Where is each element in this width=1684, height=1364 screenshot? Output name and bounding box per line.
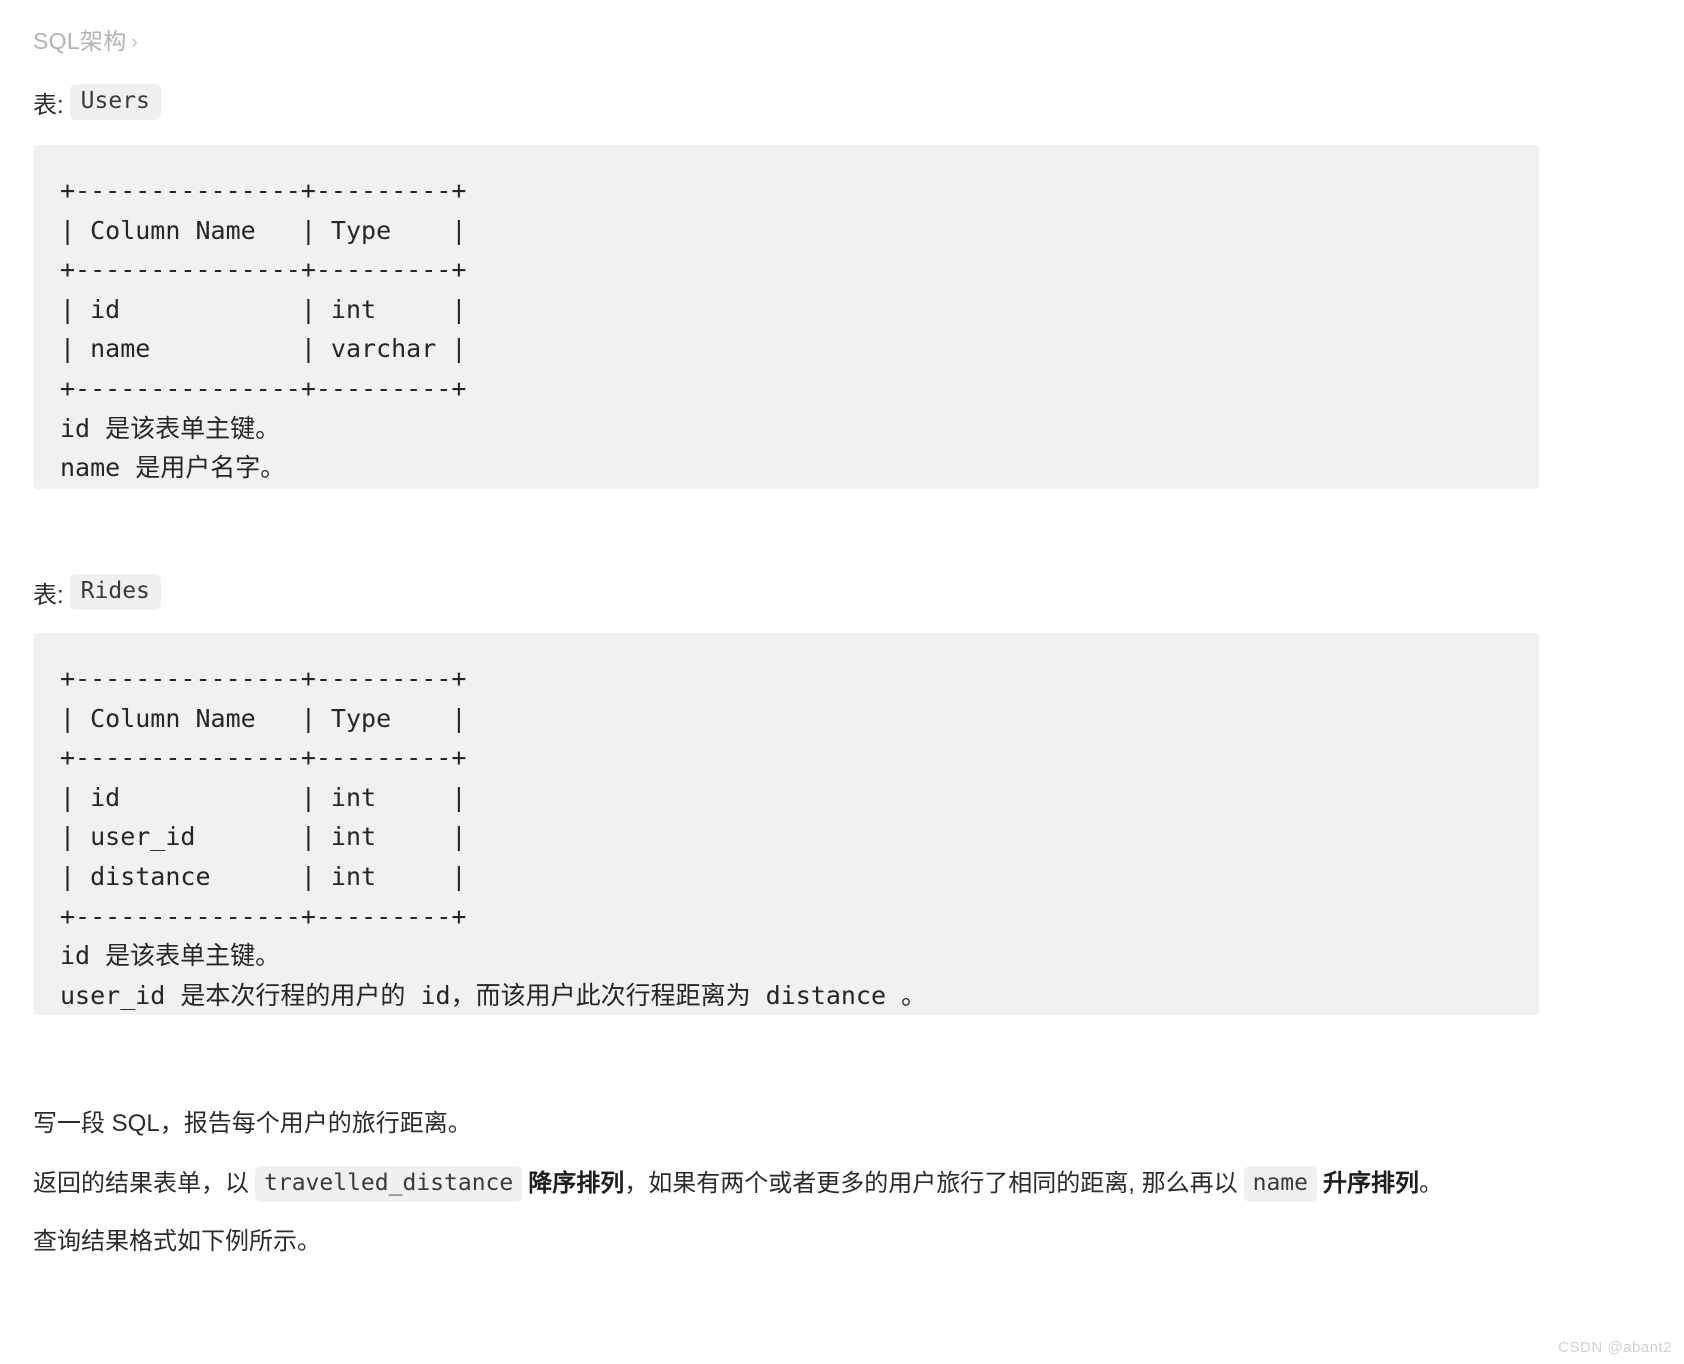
code-chip-travelled-distance: travelled_distance xyxy=(255,1166,523,1203)
prose-line-1: 写一段 SQL，报告每个用户的旅行距离。 xyxy=(33,1107,472,1141)
prose-bold-desc: 降序排列 xyxy=(528,1170,625,1198)
table-label-rides: 表: Rides xyxy=(33,574,161,611)
prose-text-part3: 。 xyxy=(1418,1170,1443,1198)
prose-text: 写一段 SQL，报告每个用户的旅行距离。 xyxy=(33,1110,472,1137)
schema-ascii-users: +---------------+---------+ | Column Nam… xyxy=(60,176,467,403)
chevron-right-icon: › xyxy=(131,32,139,53)
schema-notes-rides: id 是该表单主键。 user_id 是本次行程的用户的 id，而该用户此次行程… xyxy=(60,941,927,1010)
prose-bold-asc: 升序排列 xyxy=(1322,1170,1419,1198)
watermark: CSDN @abant2 xyxy=(1558,1339,1672,1356)
table-name-users: Users xyxy=(69,84,161,121)
schema-ascii-rides: +---------------+---------+ | Column Nam… xyxy=(60,664,467,931)
code-chip-name: name xyxy=(1243,1166,1317,1203)
prose-line-2: 返回的结果表单，以 travelled_distance 降序排列 ，如果有两个… xyxy=(33,1166,1443,1203)
table-name-rides: Rides xyxy=(69,574,161,611)
breadcrumb[interactable]: SQL架构 › xyxy=(33,22,138,56)
schema-panel-users: +---------------+---------+ | Column Nam… xyxy=(33,145,1539,489)
prose-line-3: 查询结果格式如下例所示。 xyxy=(33,1225,321,1259)
prose-text-part1: 返回的结果表单，以 xyxy=(33,1170,249,1198)
prose-text: 查询结果格式如下例所示。 xyxy=(33,1228,321,1255)
schema-panel-rides: +---------------+---------+ | Column Nam… xyxy=(33,633,1539,1015)
breadcrumb-label: SQL架构 xyxy=(33,28,127,54)
table-label-prefix: 表: xyxy=(33,581,64,609)
table-label-prefix: 表: xyxy=(33,91,64,119)
schema-notes-users: id 是该表单主键。 name 是用户名字。 xyxy=(60,413,286,483)
table-label-users: 表: Users xyxy=(33,84,161,121)
schema-page: SQL架构 › 表: Users +---------------+-------… xyxy=(0,0,1684,1364)
prose-text-part2: ，如果有两个或者更多的用户旅行了相同的距离, 那么再以 xyxy=(624,1170,1238,1198)
